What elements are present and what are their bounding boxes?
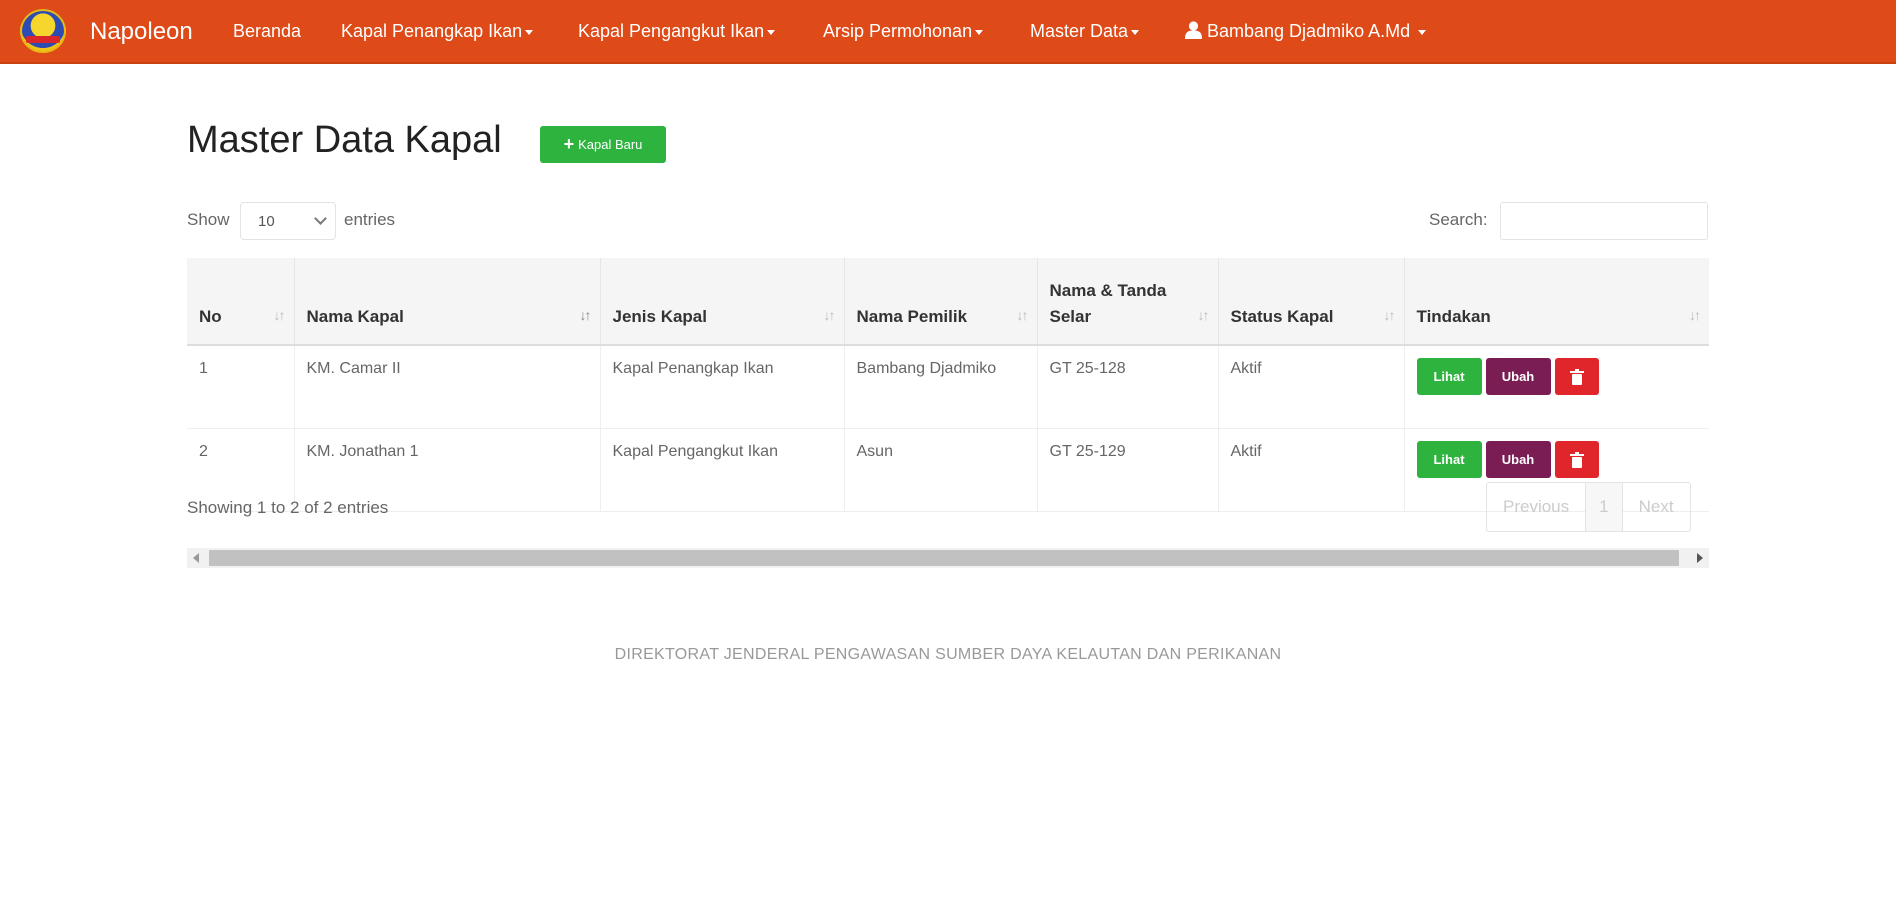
search-label: Search: [1429,210,1488,229]
nav-beranda-label: Beranda [233,21,302,41]
scroll-right-icon[interactable] [1697,553,1703,563]
cell-status-kapal: Aktif [1217,345,1404,429]
app-logo[interactable] [20,9,66,53]
col-header-label: Status Kapal [1230,307,1334,326]
next-button[interactable]: Next [1623,483,1690,531]
previous-button[interactable]: Previous [1487,483,1585,531]
sort-icon: ↓↑ [273,307,286,323]
entries-label: entries [344,210,396,229]
sort-asc-icon: ↓↑ [579,307,592,323]
user-name: Bambang Djadmiko A.Md [1207,21,1411,41]
cell-jenis-kapal: Kapal Pengangkut Ikan [599,428,844,512]
nav-kapal-penangkap-label: Kapal Penangkap Ikan [341,21,523,41]
col-header-status-kapal[interactable]: Status Kapal ↓↑ [1217,258,1404,346]
add-kapal-button[interactable]: + Kapal Baru [540,126,666,163]
sort-icon: ↓↑ [1383,307,1396,323]
col-header-label: Nama & Tanda Selar [1049,281,1167,326]
trash-icon [1569,451,1584,468]
sort-icon: ↓↑ [1689,307,1701,323]
edit-button[interactable]: Ubah [1485,441,1551,478]
col-header-label: No [199,307,222,326]
col-header-tindakan[interactable]: Tindakan ↓↑ [1403,258,1709,346]
col-header-label: Jenis Kapal [612,307,708,326]
view-button[interactable]: Lihat [1416,358,1482,395]
col-header-label: Nama Pemilik [856,307,968,326]
page-title: Master Data Kapal [187,119,502,161]
caret-down-icon [525,29,534,35]
cell-nama-pemilik: Bambang Djadmiko [843,345,1037,429]
cell-no: 1 [187,345,294,429]
nav-kapal-penangkap-dropdown[interactable]: Kapal Penangkap Ikan [341,21,534,42]
view-button[interactable]: Lihat [1416,441,1482,478]
sort-icon: ↓↑ [1016,307,1029,323]
sort-icon: ↓↑ [1197,307,1210,323]
top-navbar: Napoleon Beranda Kapal Penangkap Ikan Ka… [0,0,1896,64]
nav-arsip-permohonan-dropdown[interactable]: Arsip Permohonan [823,21,984,42]
footer-text: DIREKTORAT JENDERAL PENGAWASAN SUMBER DA… [614,646,1282,663]
scroll-left-icon[interactable] [193,553,199,563]
scrollbar-thumb[interactable] [209,550,1679,566]
table-info: Showing 1 to 2 of 2 entries [187,498,389,517]
caret-down-icon [767,29,776,35]
col-header-tanda-selar[interactable]: Nama & Tanda Selar ↓↑ [1036,258,1218,346]
caret-down-icon [1418,29,1427,35]
delete-button[interactable] [1554,441,1599,478]
user-menu-dropdown[interactable]: Bambang Djadmiko A.Md [1185,21,1427,42]
delete-button[interactable] [1554,358,1599,395]
add-kapal-label: Kapal Baru [578,137,643,152]
nav-arsip-permohonan-label: Arsip Permohonan [823,21,973,41]
trash-icon [1569,368,1584,385]
chevron-down-icon [314,212,327,225]
col-header-label: Nama Kapal [306,307,404,326]
cell-status-kapal: Aktif [1217,428,1404,512]
kapal-table: No ↓↑ Nama Kapal ↓↑ Jenis Kapal ↓↑ Nama Pem… [187,258,1709,512]
table-header-row: No ↓↑ Nama Kapal ↓↑ Jenis Kapal ↓↑ Nama Pem… [187,258,1709,346]
pagination: Previous 1 Next [1486,482,1691,532]
nav-master-data-label: Master Data [1030,21,1129,41]
cell-nama-pemilik: Asun [843,428,1037,512]
cell-tanda-selar: GT 25-128 [1036,345,1218,429]
show-label: Show [187,210,230,229]
sort-icon: ↓↑ [823,307,836,323]
cell-tanda-selar: GT 25-129 [1036,428,1218,512]
col-header-nama-pemilik[interactable]: Nama Pemilik ↓↑ [843,258,1037,346]
plus-icon: + [563,134,575,154]
nav-master-data-dropdown[interactable]: Master Data [1030,21,1140,42]
col-header-jenis-kapal[interactable]: Jenis Kapal ↓↑ [599,258,844,346]
page-1-button[interactable]: 1 [1585,483,1623,531]
horizontal-scrollbar[interactable] [187,548,1709,568]
nav-beranda[interactable]: Beranda [233,21,301,42]
col-header-no[interactable]: No ↓↑ [187,258,294,346]
brand-name[interactable]: Napoleon [90,18,193,46]
cell-jenis-kapal: Kapal Penangkap Ikan [599,345,844,429]
entries-select[interactable]: 10 [240,202,336,240]
user-icon [1185,21,1202,39]
nav-kapal-pengangkut-label: Kapal Pengangkut Ikan [578,21,765,41]
nav-kapal-pengangkut-dropdown[interactable]: Kapal Pengangkut Ikan [578,21,776,42]
edit-button[interactable]: Ubah [1485,358,1551,395]
caret-down-icon [975,29,984,35]
search-input[interactable] [1500,202,1708,240]
cell-actions: Lihat Ubah [1403,345,1709,429]
table-row: 2 KM. Jonathan 1 Kapal Pengangkut Ikan A… [187,428,1709,512]
col-header-nama-kapal[interactable]: Nama Kapal ↓↑ [293,258,600,346]
caret-down-icon [1131,29,1140,35]
col-header-label: Tindakan [1416,307,1491,326]
entries-value: 10 [258,213,275,230]
cell-nama-kapal: KM. Camar II [293,345,600,429]
table-row: 1 KM. Camar II Kapal Penangkap Ikan Bamb… [187,345,1709,429]
